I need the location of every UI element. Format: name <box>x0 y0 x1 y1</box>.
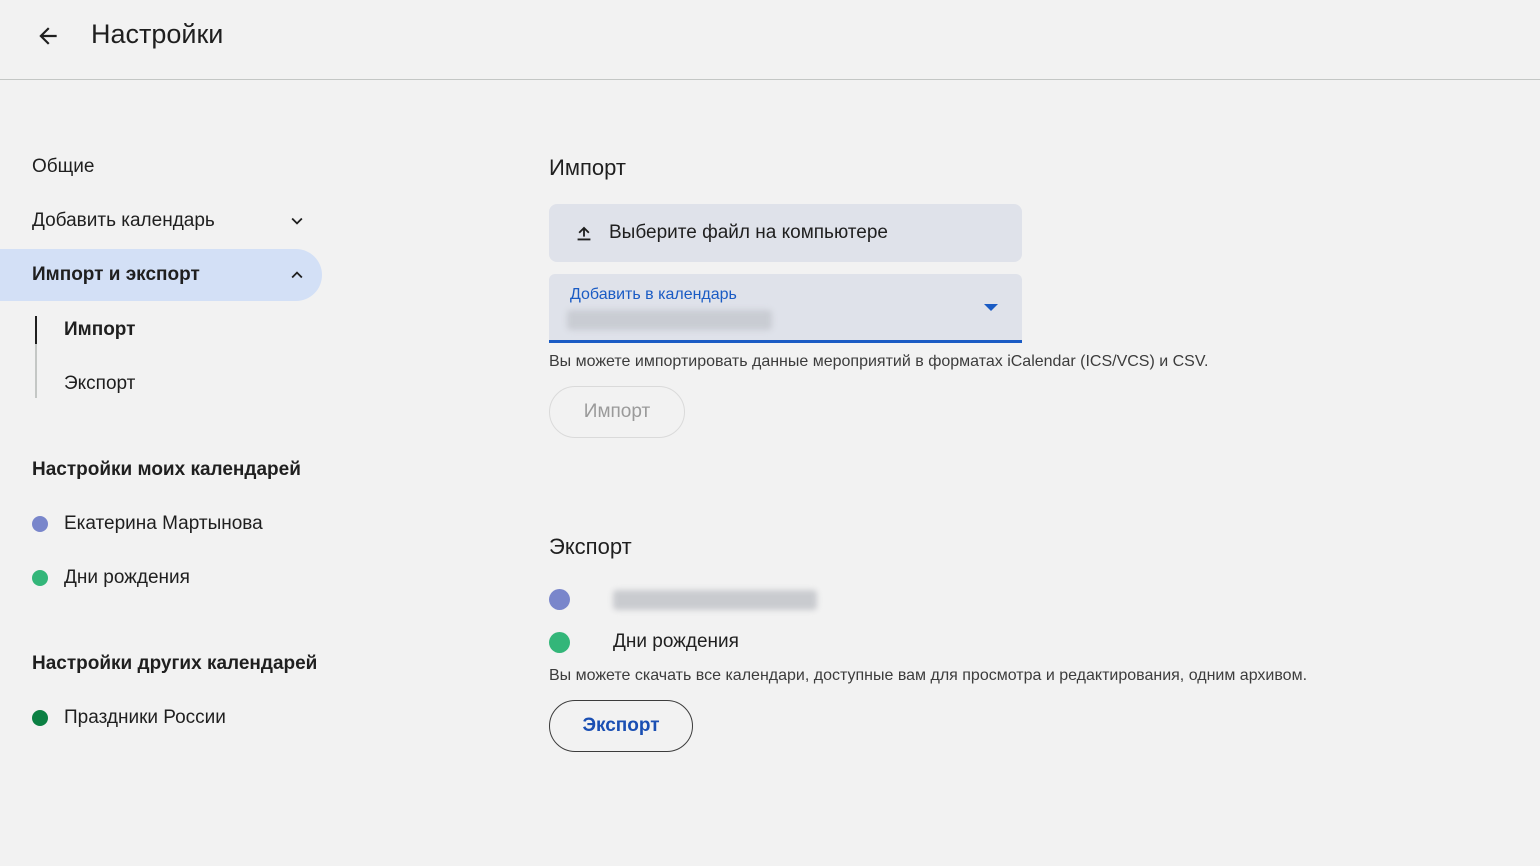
other-calendars-heading[interactable]: Настройки других календарей <box>32 653 317 675</box>
calendar-item-holidays[interactable]: Праздники России <box>32 707 226 729</box>
upload-icon <box>577 226 591 241</box>
arrow-back-icon <box>39 27 57 45</box>
calendar-name-redacted <box>613 589 817 610</box>
sidebar-item-label: Импорт и экспорт <box>32 264 200 285</box>
sidebar-item-add-calendar[interactable]: Добавить календарь <box>0 195 322 247</box>
export-hint: Вы можете скачать все календари, доступн… <box>549 667 1308 684</box>
target-calendar-select[interactable]: Добавить в календарь <box>549 274 1022 343</box>
calendar-color-dot <box>549 589 570 610</box>
export-button[interactable]: Экспорт <box>549 700 693 752</box>
dropdown-arrow-icon <box>984 304 998 311</box>
sidebar-item-import-export[interactable]: Импорт и экспорт <box>0 249 322 301</box>
chevron-down-icon <box>291 217 303 225</box>
choose-file-button[interactable]: Выберите файл на компьютере <box>549 204 1022 262</box>
export-calendar-row <box>549 589 817 610</box>
sidebar-item-label: Общие <box>32 156 95 177</box>
import-hint: Вы можете импортировать данные мероприят… <box>549 353 1209 370</box>
import-section-title: Импорт <box>549 155 626 180</box>
calendar-item-ekaterina[interactable]: Екатерина Мартынова <box>32 513 263 535</box>
subnav-active-indicator <box>35 316 37 344</box>
calendar-color-dot <box>32 710 48 726</box>
export-calendar-row: Дни рождения <box>549 631 739 653</box>
import-button[interactable]: Импорт <box>549 386 685 438</box>
back-button[interactable] <box>28 16 68 56</box>
app-header: Настройки <box>0 0 1540 80</box>
choose-file-label: Выберите файл на компьютере <box>609 222 888 243</box>
select-label: Добавить в календарь <box>570 286 737 303</box>
subnav-line <box>35 344 37 398</box>
calendar-color-dot <box>32 516 48 532</box>
calendar-color-dot <box>549 631 570 653</box>
calendar-name: Праздники России <box>64 707 226 728</box>
calendar-name: Дни рождения <box>613 631 739 652</box>
calendar-color-dot <box>32 570 48 586</box>
calendar-item-birthdays[interactable]: Дни рождения <box>32 567 190 589</box>
subnav-item-import[interactable]: Импорт <box>64 319 135 341</box>
chevron-up-icon <box>291 271 303 279</box>
sidebar-item-label: Добавить календарь <box>32 210 215 231</box>
subnav-item-export[interactable]: Экспорт <box>64 373 135 395</box>
export-section-title: Экспорт <box>549 534 632 559</box>
select-value-redacted <box>567 310 772 330</box>
page-title: Настройки <box>91 19 224 49</box>
sidebar-item-general[interactable]: Общие <box>0 141 322 193</box>
my-calendars-heading[interactable]: Настройки моих календарей <box>32 459 301 481</box>
calendar-name: Екатерина Мартынова <box>64 513 263 534</box>
calendar-name: Дни рождения <box>64 567 190 588</box>
